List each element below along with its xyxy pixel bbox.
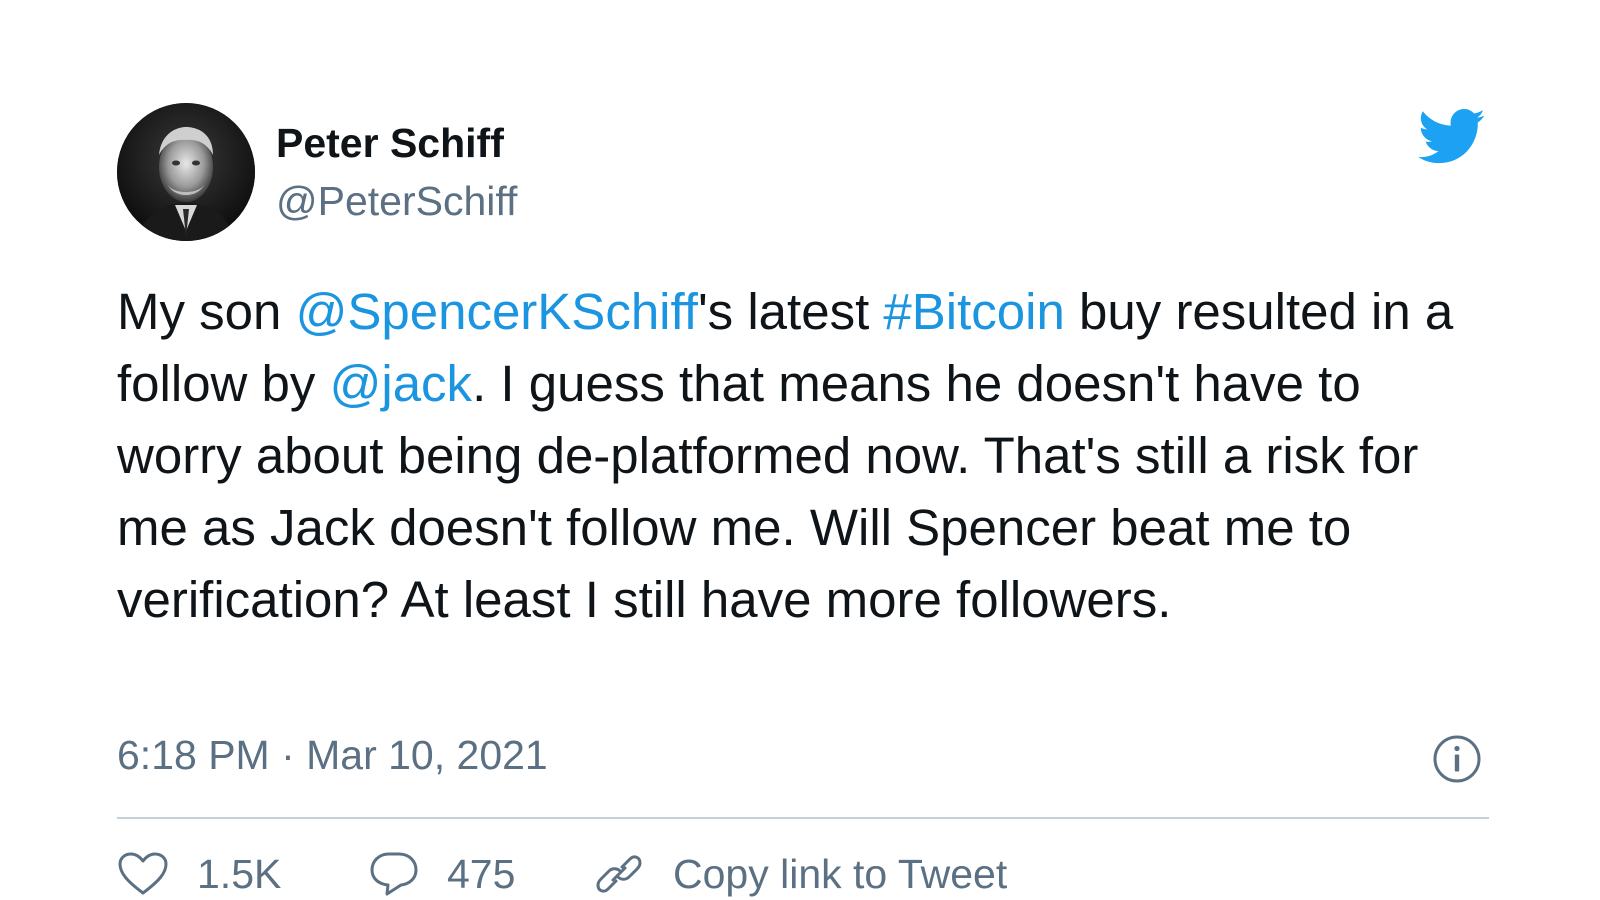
tweet-text: My son @SpencerKSchiff's latest #Bitcoin… [117,276,1497,636]
heart-icon [118,852,168,895]
reply-icon [370,852,418,896]
info-icon[interactable] [1432,734,1482,784]
like-button[interactable]: 1.5K [117,848,281,900]
like-count: 1.5K [197,850,282,897]
avatar[interactable] [117,103,255,241]
tweet-timestamp[interactable]: 6:18 PM · Mar 10, 2021 [117,732,548,779]
tweet-actions: 1.5K 475 Copy link to Tweet [117,848,1497,900]
reply-count: 475 [447,850,516,897]
tweet-text-segment: My son [117,283,296,340]
reply-button[interactable]: 475 [369,848,515,900]
mention-link[interactable]: @SpencerKSchiff [296,283,698,340]
copy-link-label: Copy link to Tweet [673,850,1008,897]
author-handle[interactable]: @PeterSchiff [276,178,517,225]
copy-link-button[interactable]: Copy link to Tweet [595,848,1007,900]
tweet-card: Peter Schiff @PeterSchiff My son @Spence… [0,0,1600,900]
twitter-bird-icon[interactable] [1418,108,1486,166]
author-name[interactable]: Peter Schiff [276,120,504,167]
tweet-text-segment: 's latest [697,283,884,340]
avatar-image [117,103,255,241]
hashtag-link[interactable]: #Bitcoin [883,283,1064,340]
mention-link[interactable]: @jack [330,355,472,412]
divider [117,817,1489,819]
link-icon [596,855,642,893]
